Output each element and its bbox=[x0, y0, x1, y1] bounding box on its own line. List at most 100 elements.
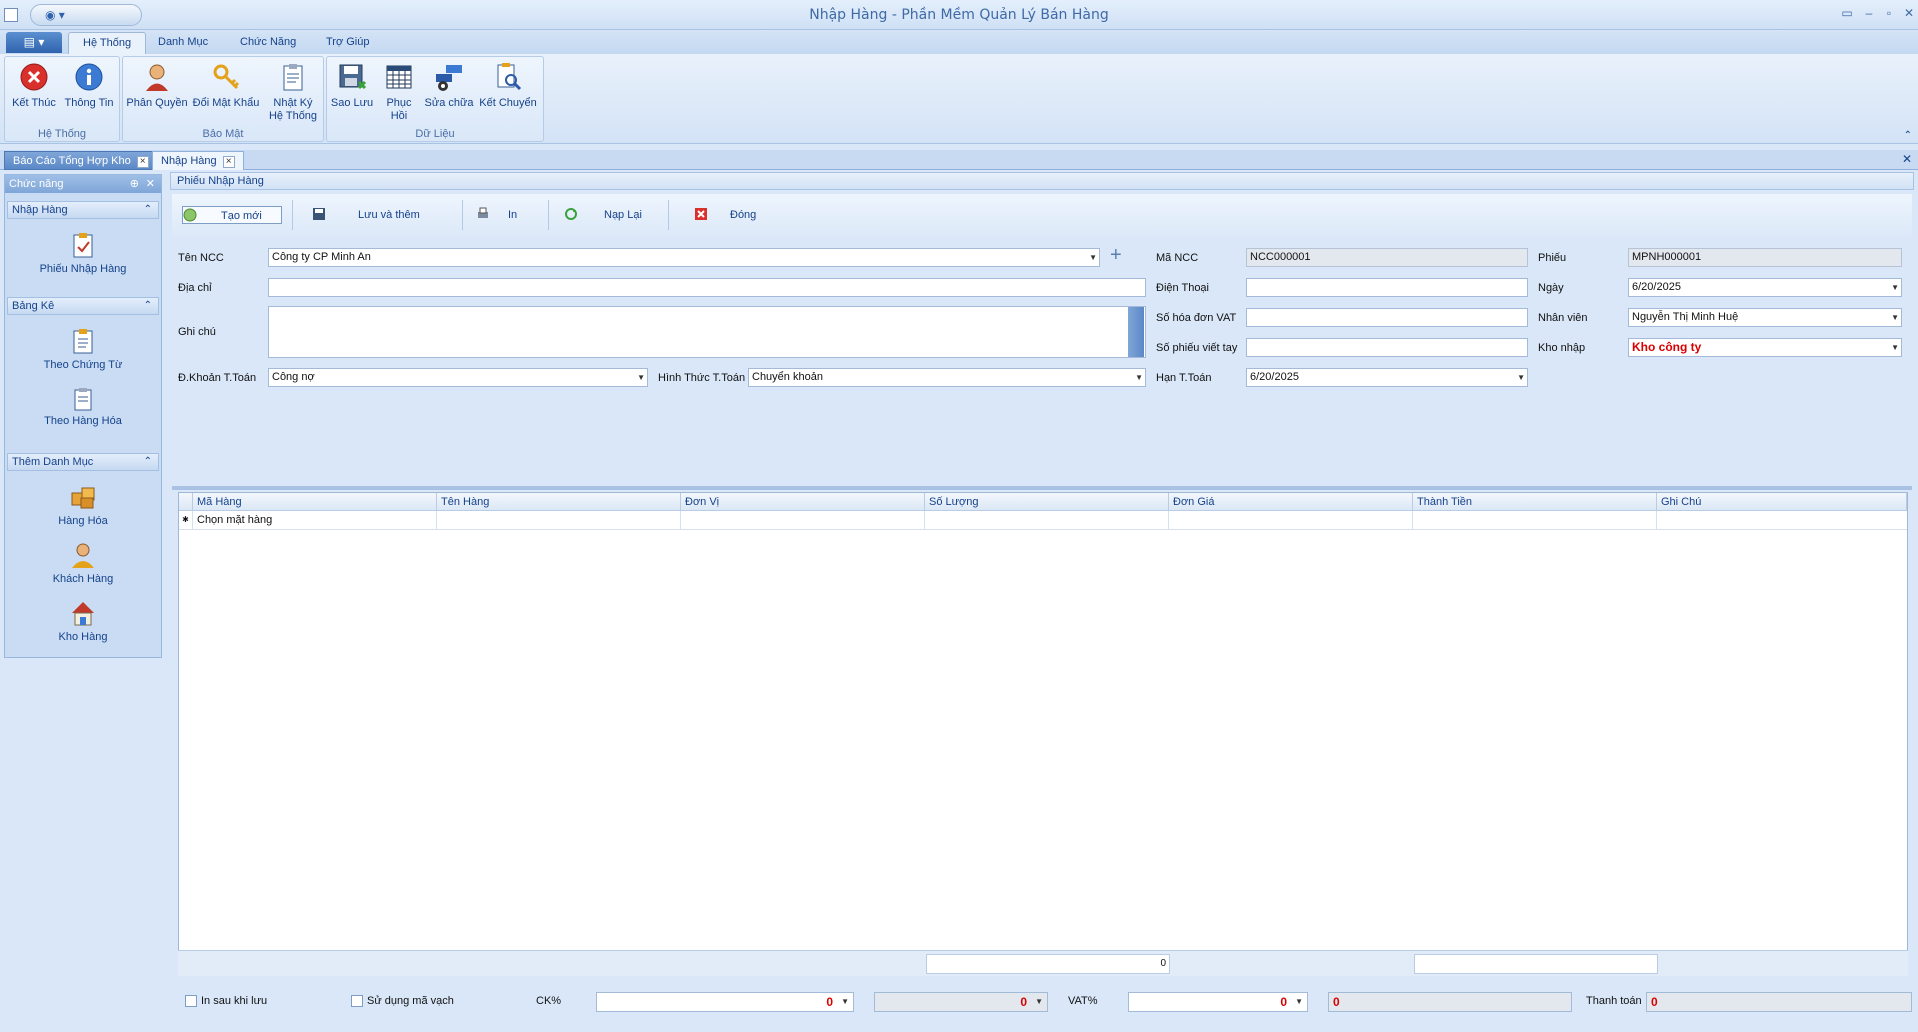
calendar-grid-icon bbox=[383, 61, 415, 93]
print-button[interactable]: In bbox=[476, 206, 536, 224]
tab-he-thong[interactable]: Hệ Thống bbox=[68, 32, 147, 54]
dkhoan-combobox[interactable]: Công nợ ▼ bbox=[268, 368, 648, 387]
vat-amount-field[interactable]: 0 bbox=[1328, 992, 1572, 1012]
vat-amount-value: 0 bbox=[1333, 995, 1340, 1009]
collapse-ribbon-icon[interactable]: ⌃ bbox=[1904, 130, 1912, 141]
close-window-button[interactable]: ✕ bbox=[1898, 6, 1918, 20]
new-row-cell[interactable] bbox=[681, 511, 925, 530]
section-nhap-hang[interactable]: Nhập Hàng ⌃ bbox=[7, 201, 159, 219]
save-and-add-button[interactable]: Lưu và thêm bbox=[312, 206, 452, 224]
kho-nhap-combobox[interactable]: Kho công ty ▼ bbox=[1628, 338, 1902, 357]
splitter[interactable] bbox=[172, 486, 1912, 490]
change-password-button[interactable]: Đổi Mật Khẩu bbox=[191, 61, 261, 110]
new-row-cell[interactable] bbox=[925, 511, 1169, 530]
ten-ncc-combobox[interactable]: Công ty CP Minh An ▼ bbox=[268, 248, 1100, 267]
tab-chuc-nang[interactable]: Chức Năng bbox=[226, 32, 310, 54]
section-them-danh-muc[interactable]: Thêm Danh Mục ⌃ bbox=[7, 453, 159, 471]
nav-kho-hang[interactable]: Kho Hàng bbox=[7, 599, 159, 643]
ghi-chu-scrollbar[interactable] bbox=[1128, 307, 1144, 357]
vat-percent-spinner[interactable]: 0 ▼ bbox=[1128, 992, 1308, 1012]
tab-nhap-hang[interactable]: Nhập Hàng × bbox=[152, 151, 244, 170]
thanh-toan-field[interactable]: 0 bbox=[1646, 992, 1912, 1012]
repair-button[interactable]: Sửa chữa bbox=[423, 61, 475, 110]
tab-tro-giup[interactable]: Trợ Giúp bbox=[312, 32, 383, 54]
application-menu-button[interactable]: ▤ ▾ bbox=[6, 32, 62, 53]
restore-button[interactable]: ▫ bbox=[1878, 6, 1900, 20]
new-row-cell[interactable] bbox=[1413, 511, 1657, 530]
tab-bao-cao-tong-hop-kho[interactable]: Báo Cáo Tổng Hợp Kho × bbox=[4, 151, 158, 170]
group-title: Dữ Liệu bbox=[415, 128, 455, 140]
grid-footer: 0 bbox=[178, 950, 1908, 976]
pin-icon[interactable]: ⊕ bbox=[130, 175, 139, 193]
clipboard-icon bbox=[69, 327, 97, 355]
close-tab-icon[interactable]: × bbox=[222, 156, 235, 168]
tab-danh-muc[interactable]: Danh Mục bbox=[144, 32, 222, 54]
so-phieu-viet-tay-input[interactable] bbox=[1246, 338, 1528, 357]
vat-label: VAT% bbox=[1068, 995, 1098, 1007]
so-hoa-don-input[interactable] bbox=[1246, 308, 1528, 327]
system-log-button[interactable]: Nhật Ký Hệ Thống bbox=[263, 61, 323, 123]
reload-button[interactable]: Nạp Lại bbox=[564, 206, 654, 224]
toolbar-separator bbox=[668, 200, 669, 230]
backup-button[interactable]: Sao Lưu bbox=[329, 61, 375, 110]
ma-ncc-input[interactable]: NCC000001 bbox=[1246, 248, 1528, 267]
thanh-toan-label: Thanh toán bbox=[1586, 995, 1642, 1007]
toolbar-separator bbox=[462, 200, 463, 230]
info-button[interactable]: Thông Tin bbox=[63, 61, 115, 110]
minimize-button[interactable]: – bbox=[1858, 6, 1880, 20]
ngay-datepicker[interactable]: 6/20/2025 ▼ bbox=[1628, 278, 1902, 297]
ck-percent-spinner[interactable]: 0 ▼ bbox=[596, 992, 854, 1012]
col-don-gia[interactable]: Đơn Giá bbox=[1169, 493, 1413, 511]
col-don-vi[interactable]: Đơn Vị bbox=[681, 493, 925, 511]
close-tab-icon[interactable]: × bbox=[136, 156, 149, 168]
chevron-down-icon: ▼ bbox=[1517, 373, 1525, 382]
col-ma-hang[interactable]: Mã Hàng bbox=[193, 493, 437, 511]
tab-label: Báo Cáo Tổng Hợp Kho bbox=[13, 155, 131, 167]
permissions-button[interactable]: Phân Quyền bbox=[125, 61, 189, 110]
nhan-vien-combobox[interactable]: Nguyễn Thị Minh Huệ ▼ bbox=[1628, 308, 1902, 327]
exit-button[interactable]: Kết Thúc bbox=[9, 61, 59, 110]
kho-nhap-label: Kho nhập bbox=[1538, 342, 1586, 354]
nav-khach-hang[interactable]: Khách Hàng bbox=[7, 541, 159, 585]
ghi-chu-textarea[interactable] bbox=[268, 306, 1146, 358]
so-hoa-don-label: Số hóa đơn VAT bbox=[1156, 312, 1237, 324]
su-dung-ma-vach-checkbox[interactable] bbox=[351, 995, 363, 1007]
dia-chi-input[interactable] bbox=[268, 278, 1146, 297]
new-row-indicator-icon: ✱ bbox=[179, 511, 193, 530]
system-log-label: Nhật Ký Hệ Thống bbox=[268, 97, 318, 122]
footer-total-so-luong: 0 bbox=[926, 954, 1170, 974]
han-ttoan-datepicker[interactable]: 6/20/2025 ▼ bbox=[1246, 368, 1528, 387]
add-supplier-icon[interactable]: + bbox=[1110, 244, 1122, 266]
nav-theo-chung-tu[interactable]: Theo Chứng Từ bbox=[7, 327, 159, 371]
nav-hang-hoa[interactable]: Hàng Hóa bbox=[7, 483, 159, 527]
close-panel-icon[interactable]: ✕ bbox=[146, 175, 155, 193]
create-new-button[interactable]: Tạo mới bbox=[182, 206, 282, 224]
create-new-label: Tạo mới bbox=[221, 210, 262, 222]
restore-data-button[interactable]: Phục Hồi bbox=[377, 61, 421, 123]
col-ghi-chu[interactable]: Ghi Chú bbox=[1657, 493, 1907, 511]
new-row-cell[interactable] bbox=[1657, 511, 1907, 530]
col-ten-hang[interactable]: Tên Hàng bbox=[437, 493, 681, 511]
phieu-input[interactable]: MPNH000001 bbox=[1628, 248, 1902, 267]
in-sau-khi-luu-checkbox[interactable] bbox=[185, 995, 197, 1007]
transfer-label: Kết Chuyển bbox=[479, 97, 537, 109]
transfer-button[interactable]: Kết Chuyển bbox=[477, 61, 539, 110]
ribbon-options-icon[interactable]: ▭ bbox=[1836, 6, 1858, 20]
col-thanh-tien[interactable]: Thành Tiền bbox=[1413, 493, 1657, 511]
dien-thoai-input[interactable] bbox=[1246, 278, 1528, 297]
chevron-down-icon: ▼ bbox=[841, 997, 849, 1006]
ten-ncc-value: Công ty CP Minh An bbox=[272, 251, 371, 263]
new-row-cell[interactable] bbox=[1169, 511, 1413, 530]
group-title: Hệ Thống bbox=[37, 128, 87, 140]
ngay-value: 6/20/2025 bbox=[1632, 281, 1681, 293]
col-so-luong[interactable]: Số Lượng bbox=[925, 493, 1169, 511]
ck-amount-field[interactable]: 0 ▼ bbox=[874, 992, 1048, 1012]
new-row-cell[interactable] bbox=[437, 511, 681, 530]
nav-phieu-nhap-hang[interactable]: Phiếu Nhập Hàng bbox=[7, 231, 159, 275]
hinh-thuc-combobox[interactable]: Chuyển khoản ▼ bbox=[748, 368, 1146, 387]
section-bang-ke[interactable]: Bảng Kê ⌃ bbox=[7, 297, 159, 315]
close-all-icon[interactable]: ✕ bbox=[1902, 152, 1912, 166]
new-row-cell[interactable]: Chọn mặt hàng bbox=[193, 511, 437, 530]
close-form-button[interactable]: Đóng bbox=[694, 206, 764, 224]
nav-theo-hang-hoa[interactable]: Theo Hàng Hóa bbox=[7, 387, 159, 427]
